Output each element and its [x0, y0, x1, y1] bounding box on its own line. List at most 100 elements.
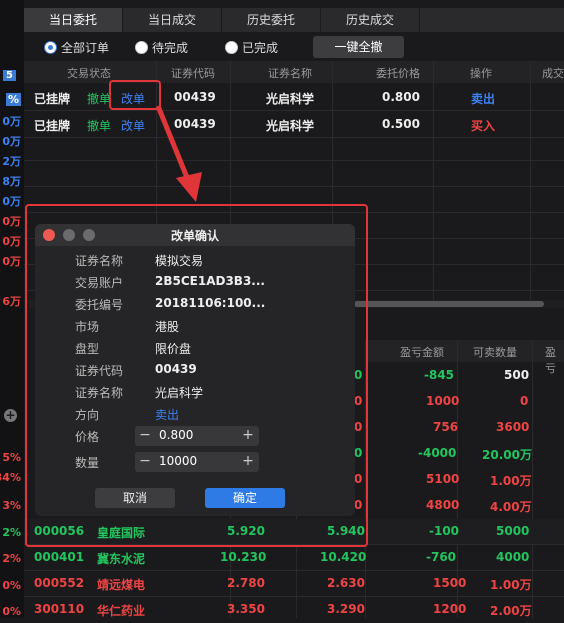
col-price: 委托价格 — [376, 67, 420, 80]
field-value: 模拟交易 — [155, 254, 204, 268]
order-filters: 全部订单 待完成 已完成 一键全撤 — [24, 34, 564, 60]
cancel-order-link[interactable]: 撤单 — [87, 117, 111, 134]
cancel-button[interactable]: 取消 — [95, 488, 175, 508]
add-icon[interactable]: + — [4, 409, 17, 422]
field-label: 交易账户 — [75, 276, 124, 290]
left-value: 0万 — [2, 235, 21, 248]
left-value: 0万 — [2, 255, 21, 268]
left-value: 2% — [2, 552, 21, 565]
order-row[interactable]: 已挂牌 撤单 改单 00439 光启科学 0.500 买入 — [24, 111, 564, 138]
holding-pl: -760 — [426, 550, 457, 564]
holding-qty: 1.00万 — [490, 474, 532, 488]
holding-qty: 1.00万 — [490, 578, 532, 592]
left-value: 6万 — [2, 295, 21, 308]
holding-row[interactable]: 000401 冀东水泥 10.230 10.420 -760 4000 — [24, 545, 564, 571]
left-value: 0万 — [2, 195, 21, 208]
filter-pending-radio[interactable]: 待完成 — [135, 39, 188, 56]
col-code: 证券代码 — [171, 67, 215, 80]
left-value: % — [5, 93, 21, 106]
qty-input[interactable]: 10000 — [159, 454, 197, 468]
confirm-button[interactable]: 确定 — [205, 488, 285, 508]
field-label: 委托编号 — [75, 298, 124, 312]
left-value: 2% — [2, 526, 21, 539]
field-label: 方向 — [75, 408, 100, 422]
holding-row[interactable]: 300110 华仁药业 3.350 3.290 1200 2.00万 — [24, 597, 564, 623]
holding-qty: 3600 — [496, 420, 530, 434]
holding-cost: 3.350 — [227, 602, 265, 616]
tab-history-trades[interactable]: 历史成交 — [321, 8, 420, 32]
holding-qty: 4000 — [496, 550, 530, 564]
price-label: 价格 — [75, 430, 100, 444]
holdings-table-header: 盈亏金额 可卖数量 盈亏 — [365, 340, 564, 375]
filter-pending-label: 待完成 — [152, 41, 189, 55]
field-value: 卖出 — [155, 408, 180, 422]
holding-pl: -100 — [429, 524, 460, 538]
col-action: 操作 — [470, 67, 492, 80]
holding-name: 冀东水泥 — [97, 552, 146, 566]
holding-price: 10.420 — [320, 550, 367, 564]
field-value: 00439 — [155, 362, 197, 376]
holding-pl: 1500 — [433, 576, 467, 590]
holding-code: 000401 — [34, 550, 85, 564]
holding-qty: 20.00万 — [482, 448, 532, 462]
radio-icon — [135, 41, 148, 54]
order-name: 光启科学 — [266, 119, 315, 133]
filter-done-label: 已完成 — [242, 41, 279, 55]
filter-all-label: 全部订单 — [61, 41, 110, 55]
left-partial-column: 5 % 0万 0万 2万 8万 0万 0万 0万 0万 6万 + 5% 34% … — [0, 0, 24, 618]
field-value: 光启科学 — [155, 386, 204, 400]
scrollbar-thumb[interactable] — [354, 301, 544, 307]
holding-qty: 2.00万 — [490, 604, 532, 618]
field-label: 盘型 — [75, 342, 100, 356]
filter-done-radio[interactable]: 已完成 — [225, 39, 278, 56]
modify-order-link[interactable]: 改单 — [121, 117, 145, 134]
dialog-titlebar: 改单确认 — [35, 224, 355, 246]
holding-price: 3.290 — [327, 602, 365, 616]
col-pl: 盈亏金额 — [400, 346, 444, 359]
price-input[interactable]: 0.800 — [159, 428, 193, 442]
annotation-arrow-icon — [155, 105, 202, 202]
order-price: 0.800 — [382, 90, 420, 104]
cancel-all-button[interactable]: 一键全撤 — [313, 36, 404, 58]
field-value: 2B5CE1AD3B3... — [155, 274, 265, 288]
radio-icon — [225, 41, 238, 54]
holding-cost: 10.230 — [220, 550, 267, 564]
left-value: 5% — [2, 451, 21, 464]
qty-stepper[interactable]: − 10000 + — [135, 452, 259, 472]
holding-pl: 4800 — [426, 498, 460, 512]
tab-today-trades[interactable]: 当日成交 — [123, 8, 222, 32]
tab-today-orders[interactable]: 当日委托 — [24, 8, 123, 32]
price-stepper[interactable]: − 0.800 + — [135, 426, 259, 446]
plus-icon[interactable]: + — [241, 453, 255, 469]
order-action: 买入 — [471, 119, 496, 133]
col-name: 证券名称 — [268, 67, 312, 80]
left-value: 0% — [2, 605, 21, 618]
holding-price: 2.630 — [327, 576, 365, 590]
left-value: 3% — [2, 499, 21, 512]
left-value: 34% — [0, 471, 21, 484]
minus-icon[interactable]: − — [138, 453, 152, 469]
minus-icon[interactable]: − — [138, 427, 152, 443]
order-action: 卖出 — [471, 92, 496, 106]
field-value: 港股 — [155, 320, 180, 334]
plus-icon[interactable]: + — [241, 427, 255, 443]
tab-history-orders[interactable]: 历史委托 — [222, 8, 321, 32]
holding-cost: 2.780 — [227, 576, 265, 590]
filter-all-radio[interactable]: 全部订单 — [44, 39, 109, 56]
holding-code: 300110 — [34, 602, 85, 616]
holding-row[interactable]: 000552 靖远煤电 2.780 2.630 1500 1.00万 — [24, 571, 564, 597]
field-label: 证券名称 — [75, 254, 124, 268]
cancel-order-link[interactable]: 撤单 — [87, 90, 111, 107]
holding-name: 靖远煤电 — [97, 578, 146, 592]
qty-label: 数量 — [75, 456, 100, 470]
holding-qty: 5000 — [496, 524, 530, 538]
holding-pl: 5100 — [426, 472, 460, 486]
order-status: 已挂牌 — [34, 119, 71, 133]
left-value: 0万 — [2, 115, 21, 128]
field-value: 限价盘 — [155, 342, 192, 356]
radio-selected-icon — [44, 41, 57, 54]
modify-confirm-dialog: 改单确认 证券名称 模拟交易 交易账户 2B5CE1AD3B3... 委托编号 … — [35, 224, 355, 516]
order-row[interactable]: 已挂牌 撤单 改单 00439 光启科学 0.800 卖出 — [24, 84, 564, 111]
left-value: 0% — [2, 579, 21, 592]
holding-name: 华仁药业 — [97, 604, 146, 618]
